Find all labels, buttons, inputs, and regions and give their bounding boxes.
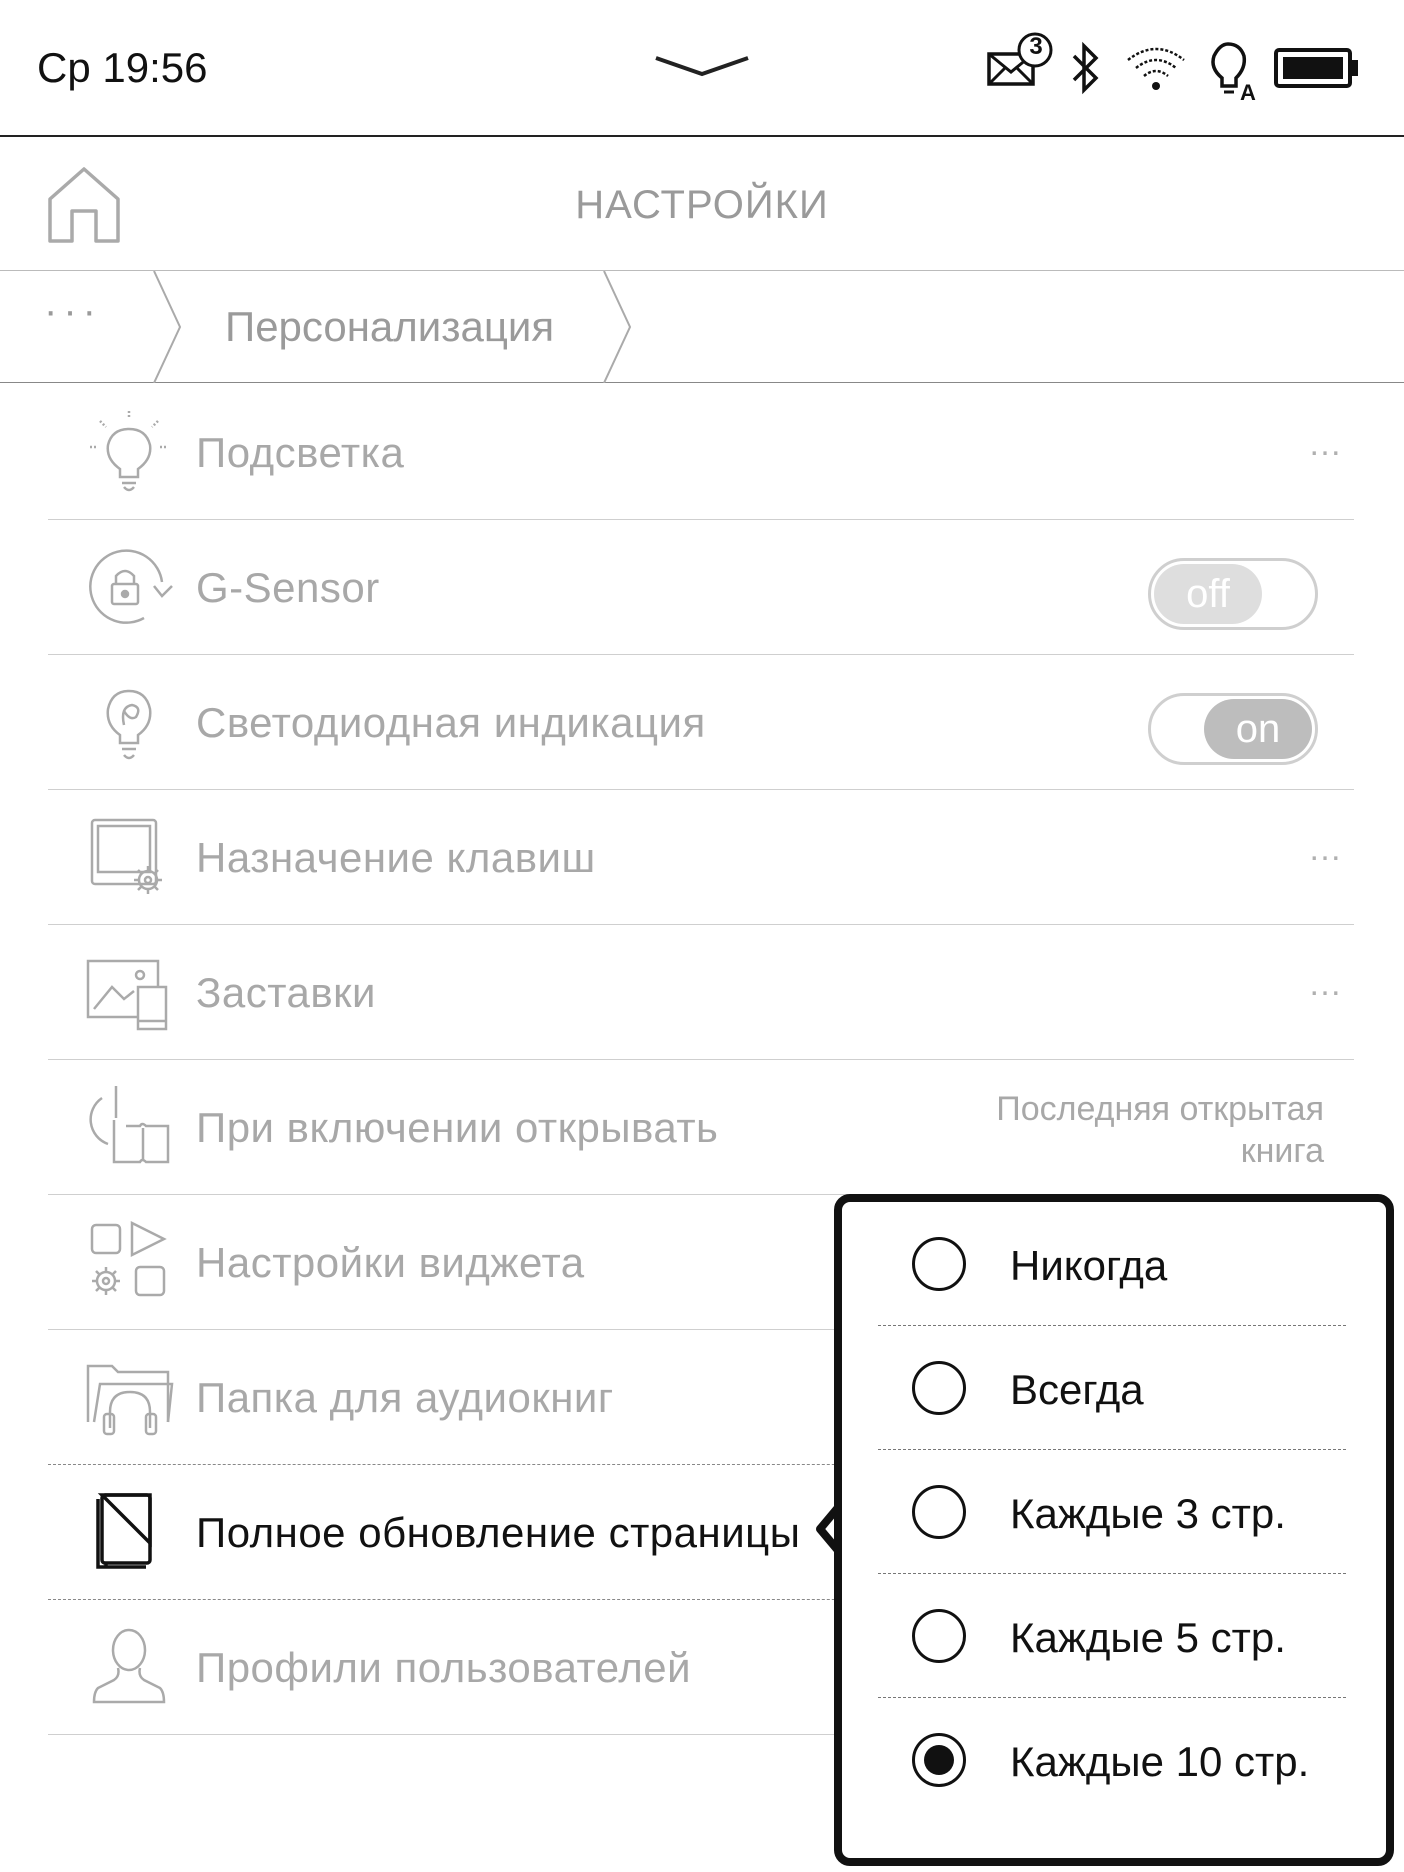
chevron-down-icon[interactable]: [652, 50, 752, 80]
g-sensor-toggle[interactable]: off: [1148, 558, 1318, 630]
toggle-knob: on: [1204, 699, 1312, 759]
bluetooth-icon[interactable]: [1068, 40, 1104, 96]
wifi-icon[interactable]: [1124, 44, 1188, 94]
setting-label: Настройки виджета: [196, 1239, 585, 1286]
setting-value-line: книга: [1240, 1132, 1324, 1170]
toggle-knob: off: [1154, 564, 1262, 624]
setting-label: Подсветка: [196, 429, 405, 476]
setting-label: Папка для аудиокниг: [196, 1374, 614, 1421]
more-ellipsis: …: [1308, 425, 1344, 463]
svg-text:A: A: [1240, 80, 1256, 102]
radio-button-selected[interactable]: [912, 1733, 966, 1787]
setting-row-key-mapping[interactable]: Назначение клавиш …: [48, 790, 1354, 925]
setting-row-screensavers[interactable]: Заставки …: [48, 925, 1354, 1060]
page-title: НАСТРОЙКИ: [575, 183, 829, 227]
more-ellipsis: …: [1308, 830, 1344, 868]
setting-label: При включении открывать: [196, 1104, 719, 1151]
auto-light-icon[interactable]: A: [1206, 40, 1260, 102]
setting-row-backlight[interactable]: Подсветка …: [48, 385, 1354, 520]
option-every-5-pages[interactable]: Каждые 5 стр.: [878, 1574, 1346, 1698]
option-label: Каждые 5 стр.: [1010, 1614, 1286, 1661]
setting-label: Светодиодная индикация: [196, 699, 706, 746]
setting-row-g-sensor[interactable]: G-Sensor off: [48, 520, 1354, 655]
breadcrumb-more-button[interactable]: ···: [44, 289, 102, 334]
mail-count-badge: 3: [1029, 33, 1043, 60]
widget-settings-icon: [90, 1220, 167, 1297]
more-ellipsis: …: [1308, 965, 1344, 1003]
breadcrumb-separator-icon: [153, 271, 182, 383]
led-bulb-icon: [106, 689, 152, 760]
radio-button[interactable]: [912, 1609, 966, 1663]
power-book-icon: [89, 1086, 170, 1164]
key-mapping-icon: [90, 818, 162, 894]
audiobook-folder-icon: [86, 1364, 174, 1436]
page-refresh-icon: [96, 1493, 152, 1569]
option-every-10-pages[interactable]: Каждые 10 стр.: [878, 1698, 1346, 1822]
option-label: Всегда: [1010, 1366, 1144, 1413]
lightbulb-icon: [90, 411, 168, 492]
option-never[interactable]: Никогда: [878, 1202, 1346, 1326]
setting-label: Профили пользователей: [196, 1644, 692, 1691]
breadcrumb-separator-icon: [603, 271, 632, 383]
radio-button[interactable]: [912, 1361, 966, 1415]
clock: Ср 19:56: [37, 44, 208, 91]
mail-icon[interactable]: 3: [985, 32, 1055, 92]
status-bar: Ср 19:56 3 A: [0, 0, 1404, 137]
setting-label: Заставки: [196, 969, 376, 1016]
led-indication-toggle[interactable]: on: [1148, 693, 1318, 765]
breadcrumb: ··· Персонализация: [0, 271, 1404, 383]
setting-row-on-startup-open[interactable]: При включении открывать Последняя открыт…: [48, 1060, 1354, 1195]
breadcrumb-current[interactable]: Персонализация: [225, 303, 554, 351]
setting-label: Полное обновление страницы: [196, 1509, 801, 1556]
option-label: Каждые 10 стр.: [1010, 1738, 1310, 1785]
radio-button[interactable]: [912, 1237, 966, 1291]
option-label: Никогда: [1010, 1242, 1168, 1289]
battery-icon: [1274, 48, 1358, 88]
user-profile-icon: [92, 1628, 166, 1704]
setting-label: Назначение клавиш: [196, 834, 596, 881]
setting-value-line: Последняя открытая: [996, 1090, 1324, 1128]
setting-label: G-Sensor: [196, 564, 380, 611]
setting-value: Последняя открытая книга: [996, 1088, 1324, 1172]
option-every-3-pages[interactable]: Каждые 3 стр.: [878, 1450, 1346, 1574]
option-label: Каждые 3 стр.: [1010, 1490, 1286, 1537]
rotation-lock-icon: [89, 549, 173, 624]
screensaver-icon: [86, 959, 168, 1031]
radio-button[interactable]: [912, 1485, 966, 1539]
option-always[interactable]: Всегда: [878, 1326, 1346, 1450]
header-bar: НАСТРОЙКИ: [0, 137, 1404, 271]
refresh-options-popup: Никогда Всегда Каждые 3 стр. Каждые 5 ст…: [834, 1194, 1394, 1866]
setting-row-led-indication[interactable]: Светодиодная индикация on: [48, 655, 1354, 790]
